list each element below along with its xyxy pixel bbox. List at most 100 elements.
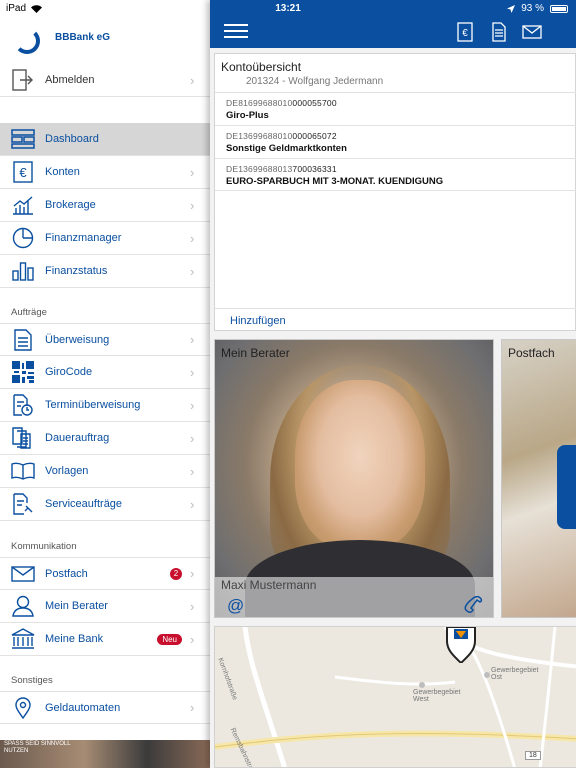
overview-subtitle: 201324 - Wolfgang Jedermann	[246, 76, 384, 87]
sidebar-item-finanzstatus[interactable]: Finanzstatus ›	[0, 255, 210, 288]
account-iban: DE13699688013700036331	[226, 164, 337, 174]
account-iban: DE13699688010000065072	[226, 131, 337, 141]
sidebar-item-label: Vorlagen	[45, 465, 89, 477]
phone-icon[interactable]	[463, 595, 483, 614]
euro-account-icon: €	[10, 160, 36, 184]
bar-chart-icon	[10, 259, 36, 283]
sidebar-item-label: Serviceaufträge	[45, 498, 123, 510]
chevron-right-icon: ›	[190, 700, 195, 715]
document-icon[interactable]	[490, 22, 508, 42]
chevron-right-icon: ›	[190, 566, 195, 581]
service-document-icon	[10, 492, 36, 516]
sidebar-item-vorlagen[interactable]: Vorlagen ›	[0, 455, 210, 488]
account-iban: DE81699688010000055700	[226, 98, 337, 108]
sidebar-item-geldautomaten[interactable]: Geldautomaten ›	[0, 691, 210, 724]
road-number-badge: 18	[525, 751, 541, 760]
document-icon	[10, 328, 36, 352]
sidebar-item-label: Mein Berater	[45, 600, 108, 612]
side-handle[interactable]	[557, 445, 576, 529]
sidebar-item-brokerage[interactable]: Brokerage ›	[0, 189, 210, 222]
chevron-right-icon: ›	[190, 397, 195, 413]
account-name: EURO-SPARBUCH MIT 3-MONAT. KUENDIGUNG	[226, 176, 444, 187]
sidebar-item-meine-bank[interactable]: Meine Bank Neu ›	[0, 623, 210, 656]
advisor-photo-face	[295, 380, 425, 550]
logout-label: Abmelden	[45, 74, 95, 86]
sidebar-item-label: Finanzstatus	[45, 265, 108, 277]
stacked-documents-icon	[10, 426, 36, 450]
account-row[interactable]: DE13699688013700036331 EURO-SPARBUCH MIT…	[215, 158, 576, 191]
logout-button[interactable]: Abmelden ›	[0, 64, 210, 97]
status-time: 13:21	[275, 3, 301, 14]
sidebar-item-ueberweisung[interactable]: Überweisung ›	[0, 323, 210, 356]
sidebar-item-konten[interactable]: € Konten ›	[0, 156, 210, 189]
chevron-right-icon: ›	[190, 263, 195, 279]
chevron-right-icon: ›	[190, 496, 195, 512]
status-bar: iPad 13:21 93 %	[0, 0, 576, 18]
sidebar: BBBank eG Abmelden › Dashboard € Konten …	[0, 0, 210, 768]
sidebar-item-label: Überweisung	[45, 333, 110, 346]
add-account-button[interactable]: Hinzufügen	[215, 308, 576, 331]
bank-location-pin-icon[interactable]	[445, 627, 477, 663]
sidebar-item-label: Terminüberweisung	[45, 399, 141, 411]
svg-text:€: €	[462, 28, 468, 39]
chevron-right-icon: ›	[190, 332, 195, 347]
person-icon	[10, 594, 36, 618]
sidebar-item-girocode[interactable]: GiroCode ›	[0, 356, 210, 389]
bank-icon	[10, 627, 36, 651]
sidebar-item-dauerauftrag[interactable]: Dauerauftrag ›	[0, 422, 210, 455]
chevron-right-icon: ›	[190, 230, 195, 246]
email-icon[interactable]: @	[227, 596, 244, 616]
account-name: Giro-Plus	[226, 110, 269, 121]
account-row[interactable]: DE13699688010000065072 Sonstige Geldmark…	[215, 125, 576, 158]
dashboard-icon	[10, 127, 36, 151]
chevron-right-icon: ›	[190, 598, 195, 614]
sidebar-item-label: Geldautomaten	[45, 701, 121, 714]
account-row[interactable]: DE81699688010000055700 Giro-Plus	[215, 92, 576, 125]
chevron-right-icon: ›	[190, 72, 195, 88]
promo-text: SPASS SEID SINNVOLL NUTZEN	[4, 741, 71, 754]
sidebar-item-label: Konten	[45, 166, 80, 178]
section-header-kommunikation: Kommunikation	[11, 541, 77, 552]
chevron-right-icon: ›	[190, 364, 195, 380]
postfach-tile-title: Postfach	[508, 346, 555, 360]
promo-banner[interactable]: SPASS SEID SINNVOLL NUTZEN	[0, 740, 210, 768]
sidebar-item-label: GiroCode	[45, 366, 93, 378]
sidebar-item-label: Meine Bank	[45, 633, 104, 645]
unread-count-badge: 2	[170, 567, 182, 580]
qr-code-icon	[10, 360, 36, 384]
sidebar-item-dashboard[interactable]: Dashboard	[0, 123, 210, 156]
map-roads	[215, 627, 576, 767]
scheduled-document-icon	[10, 393, 36, 417]
svg-text:€: €	[19, 165, 27, 180]
sidebar-item-label: Postfach	[45, 567, 88, 580]
sidebar-item-terminueberweisung[interactable]: Terminüberweisung ›	[0, 389, 210, 422]
account-overview-card: Kontoübersicht 201324 - Wolfgang Jederma…	[214, 53, 576, 331]
advisor-tile-title: Mein Berater	[221, 346, 290, 360]
chevron-right-icon: ›	[190, 463, 195, 479]
section-header-auftraege: Aufträge	[11, 307, 47, 318]
section-header-sonstiges: Sonstiges	[11, 675, 53, 686]
chevron-right-icon: ›	[190, 430, 195, 446]
euro-document-icon[interactable]: €	[456, 22, 474, 42]
chevron-right-icon: ›	[190, 164, 195, 180]
mail-icon	[10, 562, 36, 586]
mail-icon[interactable]	[521, 22, 543, 42]
map-label: Gewerbegebiet West	[413, 689, 461, 703]
brokerage-chart-icon	[10, 193, 36, 217]
bank-logo-icon	[14, 28, 40, 54]
sidebar-item-mein-berater[interactable]: Mein Berater ›	[0, 590, 210, 623]
map-label: Gewerbegebiet Ost	[491, 667, 539, 681]
book-icon	[10, 459, 36, 483]
add-account-label: Hinzufügen	[230, 315, 286, 327]
account-name: Sonstige Geldmarktkonten	[226, 143, 347, 154]
menu-icon[interactable]	[224, 24, 248, 38]
chevron-right-icon: ›	[190, 197, 195, 213]
advisor-tile[interactable]: Mein Berater Maxi Mustermann @	[214, 339, 494, 618]
branch-map[interactable]: Gewerbegebiet West Gewerbegebiet Ost Rem…	[214, 626, 576, 768]
status-right: 93 %	[507, 3, 568, 14]
sidebar-item-serviceauftraege[interactable]: Serviceaufträge ›	[0, 488, 210, 521]
sidebar-item-finanzmanager[interactable]: Finanzmanager ›	[0, 222, 210, 255]
sidebar-item-postfach[interactable]: Postfach 2 ›	[0, 557, 210, 590]
sidebar-item-label: Dashboard	[45, 133, 99, 145]
location-arrow-icon	[507, 4, 516, 13]
